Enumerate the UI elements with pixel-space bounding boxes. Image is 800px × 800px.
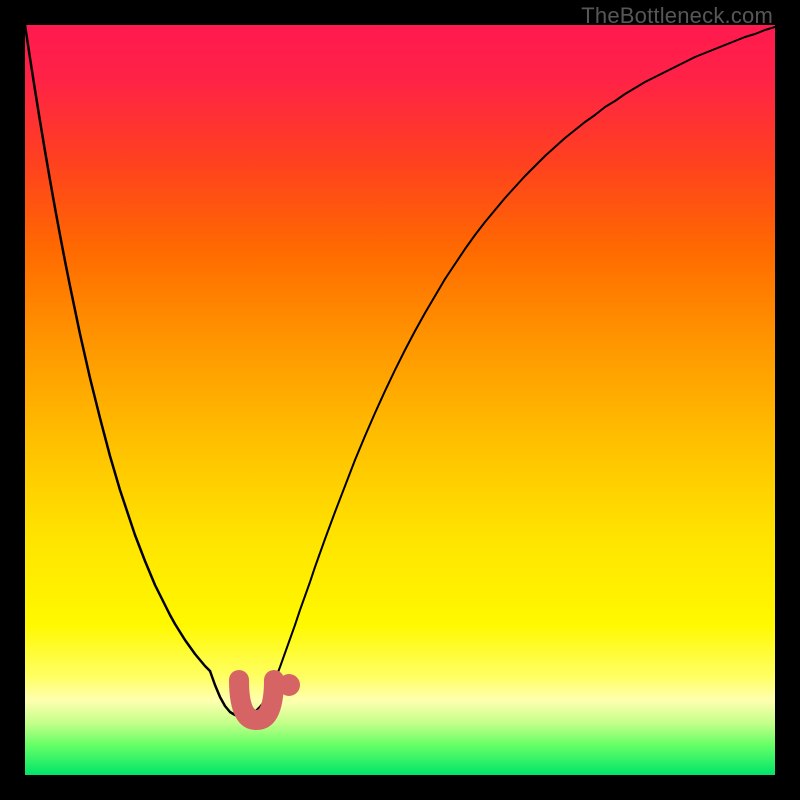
trough-blob — [239, 680, 274, 720]
dot-right — [278, 674, 300, 696]
bottleneck-curve-plot — [25, 25, 775, 775]
curve-left-branch — [25, 25, 210, 671]
curve-right-branch — [270, 27, 775, 692]
watermark-label: TheBottleneck.com — [581, 3, 773, 29]
